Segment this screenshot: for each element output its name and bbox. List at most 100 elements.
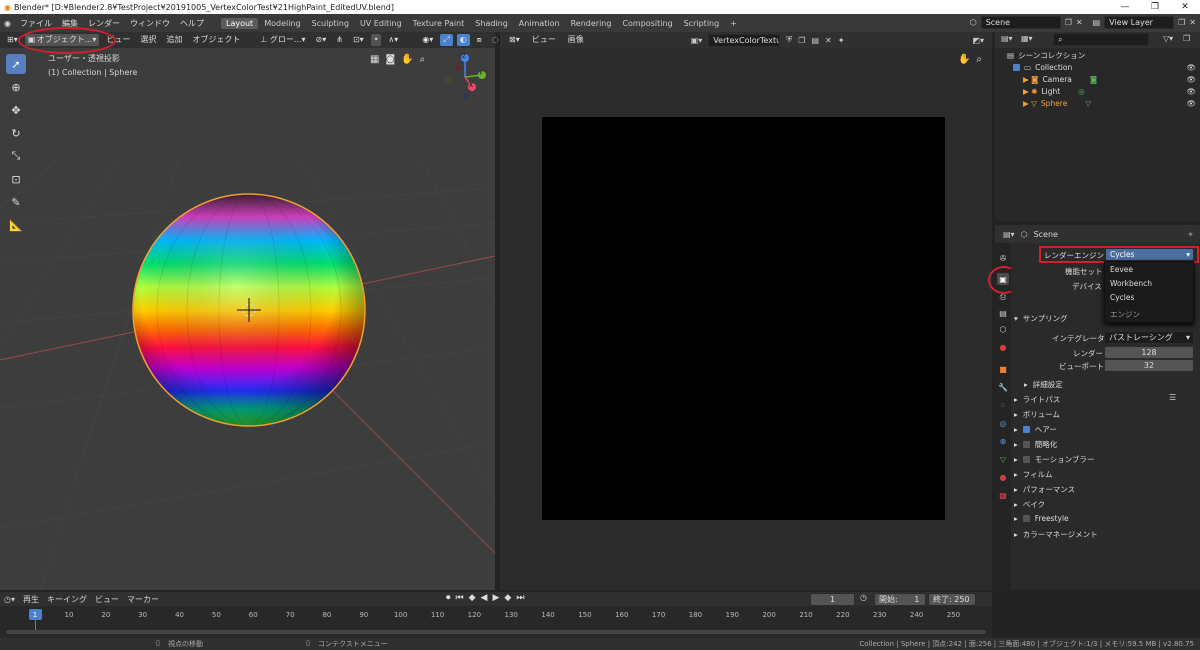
outliner-item-sphere[interactable]: ▶ ▽ Sphere ▽ 👁 (995, 97, 1200, 109)
color-management-panel[interactable]: ▸ カラーマネージメント (1014, 529, 1098, 540)
zoom-icon[interactable]: ⌕ (420, 54, 426, 65)
move-tool-icon[interactable]: ✥ (6, 100, 26, 120)
image-zoom-icon[interactable]: ⌕ (976, 54, 982, 65)
play-reverse-icon[interactable]: ◀ (481, 593, 488, 603)
render-samples-field[interactable]: 128 (1104, 346, 1194, 359)
presets-list-icon[interactable]: ☰ (1169, 393, 1176, 402)
properties-pin-icon[interactable]: ✦ (1187, 230, 1194, 239)
hair-checkbox[interactable] (1022, 426, 1030, 433)
scale-tool-icon[interactable]: ⤡ (6, 146, 26, 166)
jump-end-icon[interactable]: ⏭ (516, 593, 524, 603)
camera-view-icon[interactable]: ◙ (385, 54, 395, 65)
select-tool-icon[interactable]: ➚ (6, 54, 26, 74)
add-workspace-button[interactable]: + (725, 18, 742, 29)
properties-type-icon[interactable]: ▤▾ (1003, 230, 1015, 239)
tab-uv-editing[interactable]: UV Editing (355, 18, 407, 29)
object-tab-icon[interactable]: ■ (997, 363, 1009, 375)
integrator-select[interactable]: パストレーシング ▾ (1104, 331, 1194, 344)
image-editor-type-icon[interactable]: ⊠▾ (506, 34, 523, 46)
grid-view-icon[interactable]: ▦ (370, 54, 379, 65)
new-view-layer-icon[interactable]: ❐ (1178, 18, 1185, 27)
tab-texture-paint[interactable]: Texture Paint (408, 18, 470, 29)
collection-checkbox[interactable] (1013, 63, 1020, 71)
menu-add[interactable]: 追加 (163, 34, 185, 46)
sampling-panel-header[interactable]: ▾ サンプリング (1014, 313, 1068, 324)
open-image-icon[interactable]: ▤ (811, 36, 819, 45)
snap-target-icon[interactable]: ⊡▾ (350, 34, 367, 46)
tab-sculpting[interactable]: Sculpting (307, 18, 354, 29)
advanced-subpanel[interactable]: ▸ 詳細設定 (1024, 379, 1063, 390)
physics-tab-icon[interactable]: ◎ (997, 417, 1009, 429)
cursor-tool-icon[interactable]: ⊕ (6, 77, 26, 97)
menu-playback[interactable]: 再生 (23, 594, 39, 605)
image-browse-icon[interactable]: ▣▾ (691, 36, 703, 45)
prev-keyframe-icon[interactable]: ◆ (469, 593, 476, 603)
tab-shading[interactable]: Shading (470, 18, 513, 29)
hair-panel[interactable]: ▸ ヘアー (1014, 424, 1057, 435)
end-frame-field[interactable]: 終了: 250 (928, 593, 976, 606)
tab-animation[interactable]: Animation (514, 18, 565, 29)
play-icon[interactable]: ▶ (492, 593, 499, 603)
dropdown-option-cycles[interactable]: Cycles (1110, 293, 1134, 302)
scene-tab-icon[interactable]: ⬡ (997, 323, 1009, 335)
image-menu-view[interactable]: ビュー (529, 34, 559, 46)
new-collection-icon[interactable]: ❐ (1183, 34, 1190, 43)
timeline-type-icon[interactable]: ◷▾ (4, 595, 15, 604)
particles-tab-icon[interactable]: ⁘ (997, 399, 1009, 411)
3d-viewport[interactable]: Z Y X ユーザー・透視投影 (1) Collection | Sphere … (0, 48, 495, 590)
modifier-tab-icon[interactable]: 🔧 (997, 381, 1009, 393)
menu-render[interactable]: レンダー (83, 18, 125, 29)
image-editor[interactable]: ✋ ⌕ (500, 48, 992, 590)
tab-compositing[interactable]: Compositing (617, 18, 677, 29)
tab-layout[interactable]: Layout (220, 17, 259, 29)
performance-panel[interactable]: ▸ パフォーマンス (1014, 484, 1075, 495)
menu-timeline-view[interactable]: ビュー (95, 594, 119, 605)
simplify-panel[interactable]: ▸ 簡略化 (1014, 439, 1057, 450)
tab-rendering[interactable]: Rendering (566, 18, 617, 29)
menu-object[interactable]: オブジェクト (189, 34, 243, 46)
tool-tab-icon[interactable]: ✇ (997, 252, 1009, 264)
annotate-tool-icon[interactable]: ✎ (6, 192, 26, 212)
pivot-icon[interactable]: ⊘▾ (313, 34, 330, 46)
xray-icon[interactable]: ⧈ (474, 34, 485, 46)
dropdown-option-eevee[interactable]: Eevee (1110, 265, 1133, 274)
image-name-field[interactable]: VertexColorTexture (708, 33, 781, 47)
new-image-icon[interactable]: ❐ (798, 36, 805, 45)
measure-tool-icon[interactable]: 📐 (6, 215, 26, 235)
material-tab-icon[interactable]: ● (997, 471, 1009, 483)
freestyle-panel[interactable]: ▸ Freestyle (1014, 514, 1069, 523)
preview-range-icon[interactable]: ◷ (860, 593, 867, 602)
film-panel[interactable]: ▸ フィルム (1014, 469, 1052, 480)
freestyle-checkbox[interactable] (1022, 515, 1030, 522)
transform-tool-icon[interactable]: ⊡ (6, 169, 26, 189)
proportional-edit-icon[interactable]: • (370, 34, 382, 46)
data-tab-icon[interactable]: ▽ (997, 453, 1009, 465)
collection-eye-icon[interactable]: 👁 (1186, 63, 1196, 72)
sphere-eye-icon[interactable]: 👁 (1186, 99, 1196, 108)
pin-icon[interactable]: ✦ (838, 36, 845, 45)
simplify-checkbox[interactable] (1022, 441, 1030, 448)
unlink-image-icon[interactable]: ✕ (825, 36, 832, 45)
gizmo-toggle-icon[interactable]: ⤢ (440, 34, 453, 46)
outliner-collection[interactable]: ▭ Collection 👁 (995, 61, 1200, 73)
tab-modeling[interactable]: Modeling (259, 18, 305, 29)
falloff-icon[interactable]: ∧▾ (385, 34, 401, 46)
rotate-tool-icon[interactable]: ↻ (6, 123, 26, 143)
constraints-tab-icon[interactable]: ⊗ (997, 435, 1009, 447)
tab-scripting[interactable]: Scripting (679, 18, 725, 29)
fake-user-icon[interactable]: ⛨ (786, 35, 792, 45)
menu-help[interactable]: ヘルプ (175, 18, 209, 29)
volumes-panel[interactable]: ▸ ボリューム (1014, 409, 1060, 420)
outliner-scene-collection[interactable]: ▤ シーンコレクション (995, 49, 1200, 61)
current-frame-field[interactable]: 1 (810, 593, 855, 606)
blender-menu-icon[interactable]: ◉ (4, 19, 11, 28)
timeline-scrollbar[interactable] (6, 630, 986, 634)
display-mode-icon[interactable]: ▦▾ (1021, 34, 1033, 43)
view-layer-field[interactable]: View Layer (1104, 16, 1175, 29)
light-paths-panel[interactable]: ▸ ライトパス (1014, 394, 1060, 405)
image-pan-icon[interactable]: ✋ (958, 54, 970, 65)
menu-window[interactable]: ウィンドウ (125, 18, 175, 29)
menu-marker[interactable]: マーカー (127, 594, 159, 605)
motion-blur-checkbox[interactable] (1022, 456, 1030, 463)
outliner-type-icon[interactable]: ▤▾ (1001, 34, 1013, 43)
